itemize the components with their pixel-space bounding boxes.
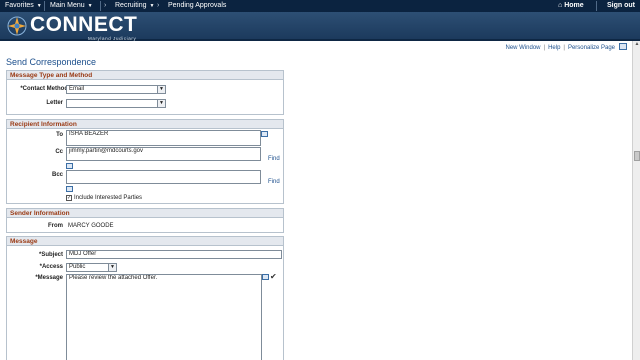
letter-label: Letter — [46, 100, 63, 106]
message-label: *Message — [35, 275, 63, 281]
bcc-find-link[interactable]: Find — [268, 179, 280, 185]
new-window-link[interactable]: New Window — [505, 45, 540, 51]
message-section: Message *Subject MDJ Offer *Access Publi… — [6, 236, 284, 360]
logo-star-icon — [7, 16, 27, 36]
cc-label: Cc — [55, 149, 63, 155]
to-label: To — [56, 132, 63, 138]
bcc-label: Bcc — [51, 172, 63, 178]
header-banner: CONNECT Maryland Judiciary — [0, 12, 640, 41]
grid-icon[interactable] — [619, 43, 627, 50]
expand-icon[interactable] — [262, 274, 269, 280]
favorites-menu[interactable]: Favorites ▼ — [5, 2, 42, 9]
section-header: Message — [7, 237, 283, 246]
from-label: From — [48, 223, 63, 229]
subject-field[interactable]: MDJ Offer — [66, 250, 282, 259]
contact-method-label: *Contact Method — [20, 86, 68, 92]
top-nav-bar: Favorites ▼ Main Menu ▼ › Recruiting ▼ › Pe… — [0, 0, 640, 12]
page-links: New Window | Help | Personalize Page — [505, 43, 627, 51]
section-header: Sender Information — [7, 209, 283, 218]
section-header: Recipient Information — [7, 120, 283, 129]
app-subtitle: Maryland Judiciary — [88, 36, 137, 41]
contact-method-value: Email — [69, 86, 85, 92]
access-value: Public — [69, 264, 86, 270]
sender-section: Sender Information From MARCY GOODE — [6, 208, 284, 233]
bcc-field[interactable] — [66, 170, 261, 184]
subject-label: *Subject — [38, 252, 63, 258]
spell-check-icon[interactable]: ✔ — [270, 272, 277, 281]
sign-out-link[interactable]: Sign out — [607, 2, 635, 9]
scroll-up-arrow-icon[interactable]: ▲ — [633, 41, 640, 49]
recruiting-label: Recruiting — [115, 2, 147, 9]
link-separator: | — [543, 45, 546, 51]
chevron-down-icon[interactable]: ▼ — [157, 100, 165, 107]
personalize-page-link[interactable]: Personalize Page — [568, 45, 615, 51]
access-select[interactable]: Public ▼ — [66, 263, 117, 272]
contact-method-select[interactable]: Email ▼ — [66, 85, 166, 94]
main-menu[interactable]: Main Menu ▼ — [50, 2, 93, 9]
favorites-label: Favorites — [5, 2, 34, 9]
page-title: Send Correspondence — [6, 57, 97, 67]
home-label: Home — [564, 2, 584, 9]
message-type-section: Message Type and Method *Contact Method … — [6, 70, 284, 115]
vertical-scrollbar[interactable]: ▲ — [632, 41, 640, 360]
nav-divider — [44, 1, 45, 11]
to-field[interactable]: ISHA BEAZER — [66, 130, 261, 146]
letter-select[interactable]: ▼ — [66, 99, 166, 108]
app-logo: CONNECT — [30, 13, 138, 36]
home-link[interactable]: ⌂ Home — [558, 2, 584, 9]
expand-icon[interactable] — [66, 163, 73, 169]
nav-divider — [100, 1, 101, 11]
pending-approvals-link[interactable]: Pending Approvals — [168, 2, 226, 9]
expand-icon[interactable] — [261, 131, 268, 137]
chevron-down-icon[interactable]: ▼ — [108, 264, 116, 271]
dropdown-arrow-icon: ▼ — [149, 3, 155, 9]
link-separator: | — [563, 45, 565, 51]
scroll-thumb[interactable] — [634, 151, 640, 161]
access-label: *Access — [39, 264, 63, 270]
home-icon: ⌂ — [558, 2, 563, 9]
from-value: MARCY GOODE — [68, 223, 114, 229]
include-interested-checkbox[interactable]: ✓ — [66, 195, 72, 201]
breadcrumb-arrow-icon: › — [104, 2, 107, 9]
help-link[interactable]: Help — [548, 45, 560, 51]
dropdown-arrow-icon: ▼ — [87, 3, 93, 9]
cc-field[interactable]: jimmy.partin@mdcourts.gov — [66, 147, 261, 161]
recipient-section: Recipient Information To ISHA BEAZER Cc … — [6, 119, 284, 204]
section-header: Message Type and Method — [7, 71, 283, 80]
main-menu-label: Main Menu — [50, 2, 85, 9]
message-textarea[interactable]: Please review the attached Offer. — [66, 274, 262, 360]
include-interested-label: Include Interested Parties — [74, 195, 143, 201]
nav-divider — [596, 1, 597, 11]
chevron-down-icon[interactable]: ▼ — [157, 86, 165, 93]
dropdown-arrow-icon: ▼ — [36, 3, 42, 9]
recruiting-menu[interactable]: Recruiting ▼ — [115, 2, 154, 9]
cc-find-link[interactable]: Find — [268, 156, 280, 162]
expand-icon[interactable] — [66, 186, 73, 192]
breadcrumb-arrow-icon: › — [157, 2, 160, 9]
